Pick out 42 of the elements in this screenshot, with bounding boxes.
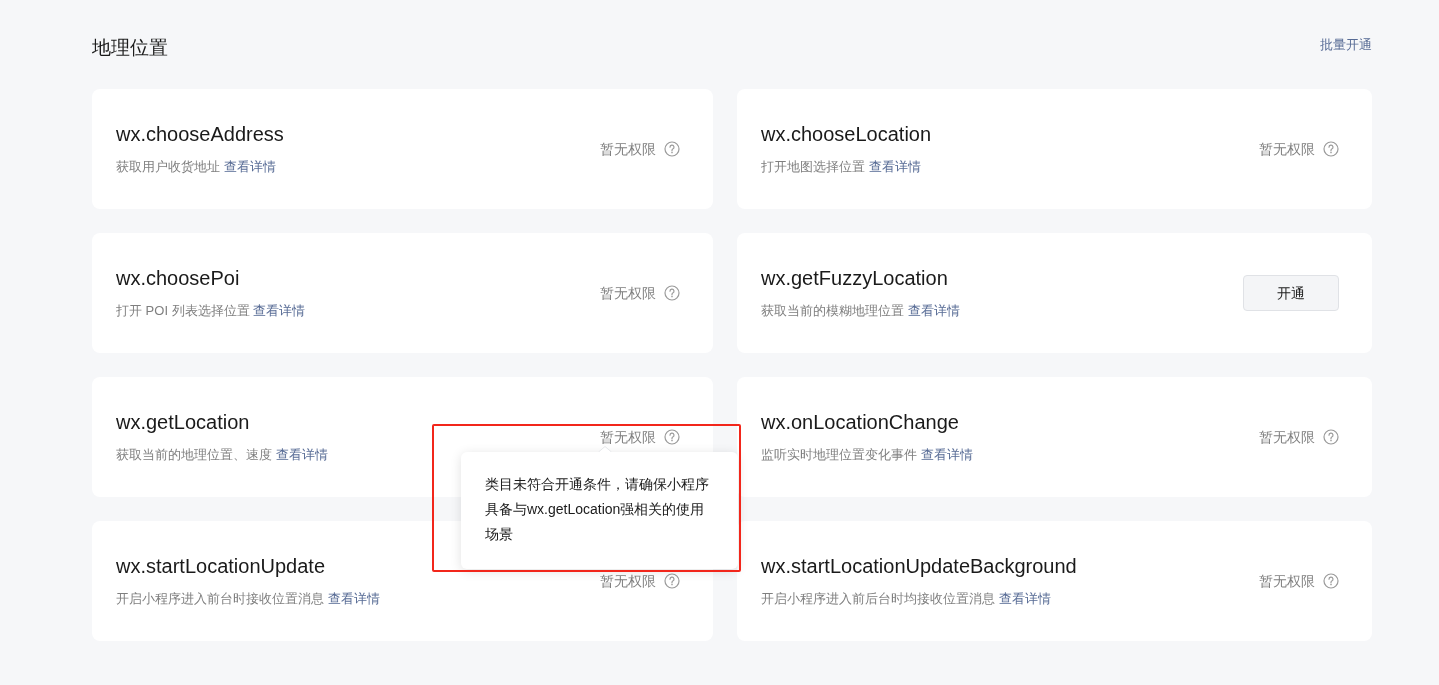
api-description: 获取当前的地理位置、速度 查看详情 (116, 446, 328, 465)
api-description: 开启小程序进入前后台时均接收位置消息 查看详情 (761, 590, 1052, 609)
help-icon[interactable] (1323, 573, 1339, 589)
details-link[interactable]: 查看详情 (998, 591, 1051, 607)
api-name: wx.getFuzzyLocation (761, 266, 949, 292)
api-description: 打开地图选择位置 查看详情 (761, 158, 922, 177)
details-link[interactable]: 查看详情 (275, 447, 328, 463)
api-name: wx.onLocationChange (761, 410, 960, 436)
permission-status: 暂无权限 (600, 141, 656, 157)
batch-enable-link[interactable]: 批量开通 (1320, 34, 1372, 56)
api-name: wx.getLocation (116, 410, 251, 436)
details-link[interactable]: 查看详情 (223, 159, 276, 175)
permission-status: 暂无权限 (1259, 573, 1315, 589)
api-name: wx.chooseLocation (761, 122, 932, 148)
api-name: wx.startLocationUpdateBackground (761, 554, 1077, 580)
permission-status: 暂无权限 (600, 285, 656, 301)
api-description: 监听实时地理位置变化事件 查看详情 (761, 446, 973, 465)
api-description: 打开 POI 列表选择位置 查看详情 (116, 302, 306, 321)
api-description: 开启小程序进入前台时接收位置消息 查看详情 (116, 590, 380, 609)
api-name: wx.choosePoi (116, 266, 241, 292)
details-link[interactable]: 查看详情 (868, 159, 921, 175)
section-title: 地理位置 (92, 36, 168, 60)
permission-status: 暂无权限 (1259, 141, 1315, 157)
api-description: 获取当前的模糊地理位置 查看详情 (761, 302, 960, 321)
permission-status: 暂无权限 (600, 429, 656, 445)
help-icon[interactable] (664, 285, 680, 301)
help-icon[interactable] (664, 573, 680, 589)
details-link[interactable]: 查看详情 (907, 303, 960, 319)
api-name: wx.chooseAddress (116, 122, 284, 148)
permission-status: 暂无权限 (1259, 429, 1315, 445)
help-icon[interactable] (664, 141, 680, 157)
help-icon[interactable] (1323, 429, 1339, 445)
details-link[interactable]: 查看详情 (920, 447, 973, 463)
tooltip-text: 类目未符合开通条件，请确保小程序具备与wx.getLocation强相关的使用场景 (485, 475, 710, 544)
help-icon[interactable] (664, 429, 680, 445)
api-description: 获取用户收货地址 查看详情 (116, 158, 277, 177)
enable-button[interactable]: 开通 (1243, 275, 1339, 311)
api-name: wx.startLocationUpdate (116, 554, 326, 580)
details-link[interactable]: 查看详情 (327, 591, 380, 607)
permission-status: 暂无权限 (600, 573, 656, 589)
details-link[interactable]: 查看详情 (253, 303, 306, 319)
help-icon[interactable] (1323, 141, 1339, 157)
